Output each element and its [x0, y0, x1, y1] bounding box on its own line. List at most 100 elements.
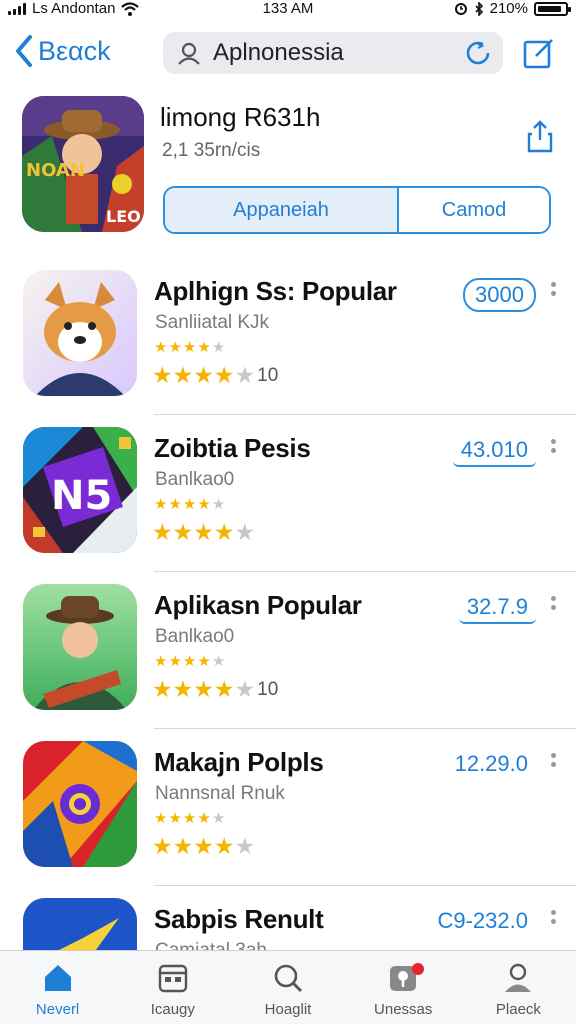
small-rating: ★★★★★ [154, 338, 226, 356]
featured-app-subtitle: 2,1 35rn/cis [162, 140, 261, 161]
tab-bar: Neverl Icaugy Hoaglit Unessas Plaeck [0, 950, 576, 1024]
price-button[interactable]: 3000 [463, 278, 536, 312]
featured-app-icon[interactable]: NOAN LEO [22, 96, 144, 232]
segmented-control: Appaneiah Camod [163, 186, 551, 234]
tab-notifications[interactable]: Unessas [346, 951, 461, 1024]
more-options-icon[interactable] [550, 439, 558, 463]
tab-calendar[interactable]: Icaugy [115, 951, 230, 1024]
svg-text:NOAN: NOAN [26, 160, 85, 181]
app-developer: Banlkao0 [155, 469, 235, 490]
star-icon: ★ [172, 519, 194, 545]
price-button[interactable]: 12.29.0 [447, 749, 536, 779]
star-icon: ★ [193, 362, 214, 388]
back-button[interactable]: Bεαck [14, 34, 111, 68]
star-icon: ★ [213, 362, 235, 388]
app-name: Makajn Polpls [154, 747, 324, 777]
star-icon: ★ [168, 339, 183, 356]
share-icon[interactable] [526, 120, 554, 154]
app-developer: Sanliiatal KJk [155, 312, 270, 333]
battery-percent: 210% [489, 0, 528, 17]
battery-fill [538, 5, 561, 12]
more-options-icon[interactable] [550, 910, 558, 934]
tab-home[interactable]: Neverl [0, 951, 115, 1024]
featured-app: NOAN LEO limong R631h 2,1 35rn/cis Appan… [0, 96, 576, 246]
search-text: Aplnonessia [213, 39, 344, 66]
svg-text:LEO: LEO [106, 207, 141, 226]
more-options-icon[interactable] [550, 753, 558, 777]
star-icon: ★ [234, 833, 256, 859]
star-icon: ★ [211, 496, 227, 513]
star-icon: ★ [152, 676, 173, 702]
list-item[interactable]: Aplhign Ss: Popular Sanliiatal KJk ★★★★★… [0, 258, 576, 415]
star-icon: ★ [154, 653, 169, 670]
star-icon: ★ [234, 362, 256, 388]
list-item[interactable]: Makajn Polpls Nannsnal Rnuk ★★★★★ ★★★★★ … [0, 729, 576, 886]
star-icon: ★ [152, 519, 173, 545]
star-icon: ★ [197, 653, 212, 670]
chevron-left-icon [16, 35, 32, 67]
tab-profile[interactable]: Plaeck [461, 951, 576, 1024]
star-icon: ★ [211, 339, 227, 356]
big-stars: ★★★★★ [152, 519, 255, 546]
tab-label: Neverl [35, 1001, 80, 1018]
app-icon-colorful [23, 741, 137, 867]
compose-icon[interactable] [522, 36, 556, 70]
more-options-icon[interactable] [550, 596, 558, 620]
star-icon: ★ [211, 810, 227, 827]
person-icon [505, 963, 532, 992]
home-icon [44, 965, 71, 991]
rating-stars: ★★★★★ [152, 833, 257, 860]
app-list: Aplhign Ss: Popular Sanliiatal KJk ★★★★★… [0, 258, 576, 1024]
big-stars: ★★★★★ [152, 362, 255, 389]
list-item[interactable]: Aplikasn Popular Banlkao0 ★★★★★ ★★★★★ 10… [0, 572, 576, 729]
featured-app-title: limong R631h [160, 102, 321, 132]
rating-stars: ★★★★★ [152, 519, 257, 546]
app-icon-explorer [23, 584, 137, 710]
star-icon: ★ [211, 653, 227, 670]
price-button[interactable]: C9-232.0 [429, 906, 536, 936]
person-search-icon [178, 42, 200, 65]
star-icon: ★ [182, 653, 198, 670]
more-options-icon[interactable] [550, 282, 558, 306]
nav-bar: Bεαck Aplnonessia [0, 28, 576, 80]
star-icon: ★ [193, 833, 214, 859]
tab-label: Hoaglit [264, 1001, 312, 1018]
rating-stars: ★★★★★ 10 [152, 676, 278, 703]
star-icon: ★ [172, 362, 194, 388]
bluetooth-icon [475, 1, 483, 16]
app-name: Sabpis Renult [154, 904, 324, 934]
price-button[interactable]: 32.7.9 [458, 592, 536, 624]
segment-primary[interactable]: Appaneiah [165, 188, 399, 232]
rating-count: 10 [257, 678, 279, 700]
star-icon: ★ [154, 496, 169, 513]
calendar-icon [158, 964, 187, 993]
star-icon: ★ [152, 833, 173, 859]
star-icon: ★ [234, 519, 256, 545]
star-icon: ★ [152, 362, 173, 388]
rating-count: 10 [257, 364, 279, 386]
star-icon: ★ [213, 519, 235, 545]
star-icon: ★ [213, 833, 235, 859]
tab-search[interactable]: Hoaglit [230, 951, 345, 1024]
list-item[interactable]: N5 Zoibtia Pesis Banlkao0 ★★★★★ ★★★★★ 43… [0, 415, 576, 572]
star-icon: ★ [168, 810, 183, 827]
star-icon: ★ [168, 496, 183, 513]
rating-stars: ★★★★★ 10 [152, 362, 278, 389]
app-developer: Nannsnal Rnuk [155, 783, 285, 804]
star-icon: ★ [193, 676, 214, 702]
app-icon-monogram: N5 [23, 427, 137, 553]
alarm-icon [454, 2, 467, 15]
app-name: Aplikasn Popular [154, 590, 362, 620]
search-input[interactable]: Aplnonessia [163, 32, 503, 74]
app-icon-dog [23, 270, 137, 396]
price-button[interactable]: 43.010 [452, 435, 536, 467]
star-icon: ★ [197, 810, 212, 827]
app-name: Zoibtia Pesis [154, 433, 311, 463]
star-icon: ★ [213, 676, 235, 702]
app-developer: Banlkao0 [155, 626, 235, 647]
refresh-icon[interactable] [465, 40, 491, 66]
segment-secondary[interactable]: Camod [399, 188, 549, 232]
star-icon: ★ [154, 810, 169, 827]
big-stars: ★★★★★ [152, 833, 255, 860]
star-icon: ★ [182, 810, 198, 827]
